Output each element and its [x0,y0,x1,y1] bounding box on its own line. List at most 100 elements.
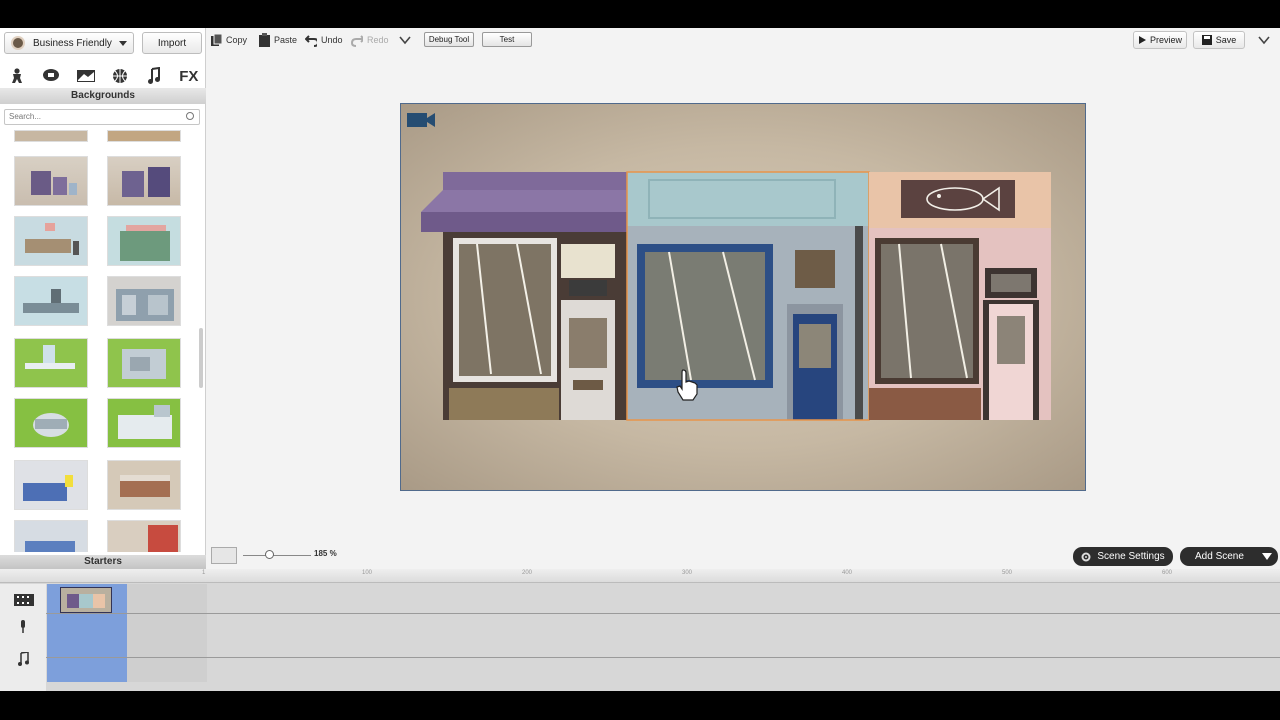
zoom-value: 185 % [314,549,337,558]
empty-clip-slot[interactable] [127,584,207,682]
background-thumbnail[interactable] [107,520,181,552]
track-divider [46,613,1280,614]
background-thumbnail[interactable] [107,398,181,448]
import-button[interactable]: Import [142,32,202,54]
background-thumbnail[interactable] [14,520,88,552]
scene-settings-label: Scene Settings [1097,551,1165,562]
theme-label: Business Friendly [33,37,112,49]
prop-icon [113,69,128,83]
save-icon [1201,35,1212,45]
background-thumbnail[interactable] [107,276,181,326]
paste-button[interactable]: Paste [258,32,297,48]
music-note-icon [14,651,32,666]
scene-stage[interactable] [400,103,1086,491]
copy-button[interactable]: Copy [210,32,247,48]
history-dropdown[interactable] [399,32,411,48]
redo-icon [351,35,363,47]
undo-icon [305,35,317,47]
play-icon [1138,36,1146,44]
preview-button[interactable]: Preview [1133,31,1187,49]
background-thumbnail[interactable] [14,338,88,388]
paste-icon [259,33,270,47]
background-thumbnail[interactable] [14,460,88,510]
ruler-tick: 300 [682,570,693,576]
starters-section[interactable]: Starters [0,555,206,569]
scene-thumbnail[interactable] [60,587,112,613]
save-button[interactable]: Save [1193,31,1245,49]
music-icon [148,67,161,84]
timeline: 1 100 200 300 400 500 600 [0,569,1280,691]
character-icon [12,68,23,83]
scene-track-icon [14,593,34,607]
background-thumbnail[interactable] [14,216,88,266]
microphone-icon [14,620,32,634]
gear-icon [1081,552,1091,561]
copy-label: Copy [226,35,248,45]
tab-props[interactable] [107,65,133,87]
tab-fx[interactable]: FX [176,65,202,87]
fx-label: FX [179,67,199,85]
search-input[interactable]: Search... [4,109,200,125]
add-scene-button[interactable]: Add Scene [1180,547,1278,566]
tab-backgrounds[interactable] [72,65,99,87]
background-thumbnail[interactable] [107,156,181,206]
test-button[interactable]: Test [482,32,532,47]
copy-icon [211,33,222,46]
background-thumbnail[interactable] [14,276,88,326]
background-thumbnail-grid [0,130,196,552]
preview-label: Preview [1149,35,1182,45]
tab-music[interactable] [141,65,167,87]
search-icon [186,112,194,120]
background-thumbnail[interactable] [107,460,181,510]
paste-label: Paste [274,35,298,45]
scene-settings-button[interactable]: Scene Settings [1073,547,1173,566]
category-title: Backgrounds [0,88,206,104]
category-tabs: FX [0,64,206,88]
background-thumbnail[interactable] [107,130,181,142]
track-divider [46,657,1280,658]
zoom-slider[interactable] [243,555,311,556]
ruler-tick: 200 [522,570,533,576]
chevron-down-icon [1258,36,1270,45]
background-thumbnail[interactable] [107,338,181,388]
asset-scrollbar[interactable] [199,328,203,388]
fit-screen-icon[interactable] [211,547,237,564]
redo-label: Redo [367,35,389,45]
app-window: Business Friendly Import FX Backgrounds … [0,28,1280,691]
timeline-track-icons [0,584,46,691]
bottom-letterbox [0,691,1280,720]
zoom-slider-knob[interactable] [265,550,275,559]
ruler-tick: 600 [1162,570,1173,576]
theme-dropdown[interactable]: Business Friendly [4,32,134,54]
background-icon [76,70,95,82]
tab-characters[interactable] [4,65,30,87]
top-letterbox [0,0,1280,28]
theme-avatar-icon [11,36,25,50]
tab-bubbles[interactable] [38,65,64,87]
chevron-down-icon[interactable] [1262,553,1272,561]
background-thumbnail[interactable] [14,156,88,206]
background-thumbnail[interactable] [14,130,88,142]
ruler-tick: 400 [842,570,853,576]
storefront-scene [421,171,1051,421]
add-scene-label: Add Scene [1195,551,1244,562]
chevron-down-icon [119,41,127,46]
asset-panel: Business Friendly Import FX Backgrounds … [0,28,206,569]
speech-bubble-icon [43,69,60,81]
more-dropdown[interactable] [1258,32,1270,48]
save-label: Save [1215,35,1237,45]
shop-middle [626,171,870,421]
debug-tool-button[interactable]: Debug Tool [424,32,474,47]
undo-label: Undo [321,35,343,45]
chevron-down-icon [399,36,411,45]
timeline-ruler[interactable]: 1 100 200 300 400 500 600 [0,569,1280,583]
background-thumbnail[interactable] [14,398,88,448]
background-thumbnail[interactable] [107,216,181,266]
redo-button[interactable]: Redo [351,32,389,48]
ruler-tick: 500 [1002,570,1013,576]
ruler-tick: 100 [362,570,373,576]
ruler-tick: 1 [202,570,206,576]
shop-right [869,172,1051,420]
shop-left [421,172,643,420]
undo-button[interactable]: Undo [305,32,343,48]
